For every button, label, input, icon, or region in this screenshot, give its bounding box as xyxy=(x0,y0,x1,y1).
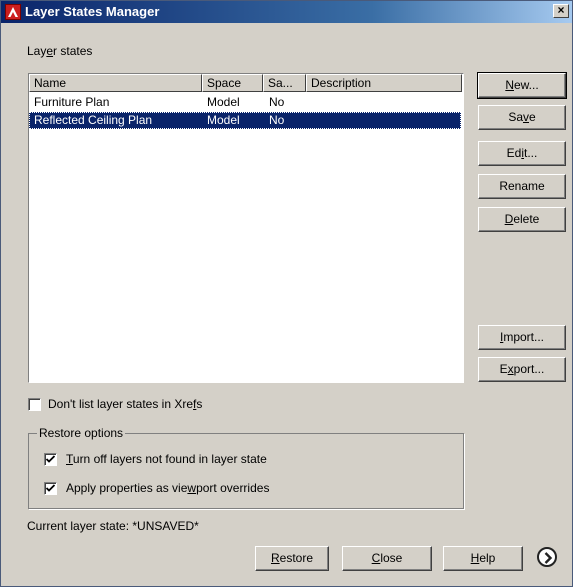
help-button[interactable]: Help xyxy=(443,546,523,571)
list-row[interactable]: Furniture Plan Model No xyxy=(29,94,461,111)
delete-button[interactable]: Delete xyxy=(478,207,566,232)
rename-button[interactable]: Rename xyxy=(478,174,566,199)
close-button[interactable]: Close xyxy=(342,546,432,571)
new-button[interactable]: New... xyxy=(477,72,567,99)
layer-states-manager-dialog: Layer States Manager × Layer states Name… xyxy=(0,0,573,587)
column-header-description[interactable]: Description xyxy=(306,74,462,92)
autocad-logo-icon xyxy=(5,4,21,20)
layer-states-label: Layer states xyxy=(27,44,93,58)
import-button[interactable]: Import... xyxy=(478,325,566,350)
dont-list-xrefs-checkbox[interactable] xyxy=(28,398,41,411)
title-bar: Layer States Manager × xyxy=(1,1,572,23)
apply-viewport-overrides-label: Apply properties as viewport overrides xyxy=(66,481,270,495)
restore-options-group: Restore options Turn off layers not foun… xyxy=(28,426,464,509)
window-title: Layer States Manager xyxy=(25,4,160,19)
layer-states-list[interactable]: Name Space Sa... Description Furniture P… xyxy=(28,73,464,383)
checkmark-icon xyxy=(46,455,55,463)
save-button[interactable]: Save xyxy=(478,105,566,130)
dont-list-xrefs-label: Don't list layer states in Xrefs xyxy=(48,397,203,411)
turn-off-layers-checkbox[interactable] xyxy=(44,453,57,466)
chevron-right-circle-icon[interactable] xyxy=(537,547,557,567)
column-header-name[interactable]: Name xyxy=(29,74,202,92)
cell-space: Model xyxy=(207,113,240,127)
current-layer-state: Current layer state: *UNSAVED* xyxy=(27,519,199,533)
cell-name: Reflected Ceiling Plan xyxy=(34,113,153,127)
column-header-space[interactable]: Space xyxy=(202,74,263,92)
cell-saved: No xyxy=(269,113,285,127)
restore-button[interactable]: Restore xyxy=(255,546,329,571)
restore-options-title: Restore options xyxy=(37,426,126,440)
apply-viewport-overrides-checkbox[interactable] xyxy=(44,482,57,495)
list-row-selected[interactable]: Reflected Ceiling Plan Model No xyxy=(29,112,461,129)
cell-name: Furniture Plan xyxy=(34,95,110,109)
export-button[interactable]: Export... xyxy=(478,357,566,382)
cell-space: Model xyxy=(207,95,240,109)
cell-saved: No xyxy=(269,95,285,109)
column-header-saved[interactable]: Sa... xyxy=(263,74,306,92)
close-window-button[interactable]: × xyxy=(553,4,569,18)
edit-button[interactable]: Edit... xyxy=(478,141,566,166)
list-header: Name Space Sa... Description xyxy=(29,74,462,92)
checkmark-icon xyxy=(46,484,55,492)
turn-off-layers-label: Turn off layers not found in layer state xyxy=(66,452,267,466)
